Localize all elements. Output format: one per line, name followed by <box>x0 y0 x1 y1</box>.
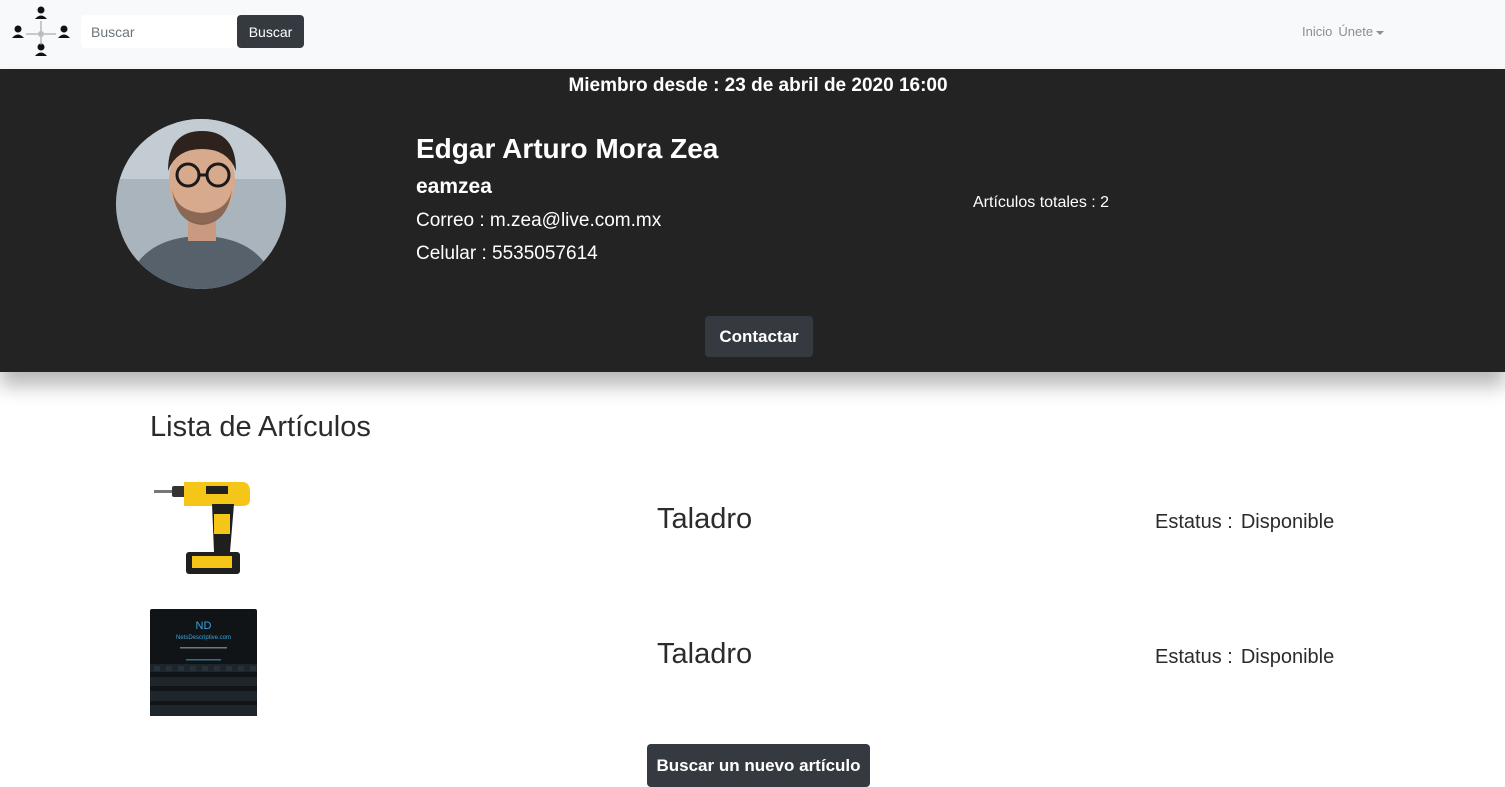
profile-phone: Celular : 5535057614 <box>416 243 598 264</box>
avatar <box>116 119 286 289</box>
svg-text:NetsDescriptive.com: NetsDescriptive.com <box>176 635 231 641</box>
profile-email: Correo : m.zea@live.com.mx <box>416 210 662 231</box>
nav-links: Inicio Únete <box>1302 24 1385 39</box>
member-since: Miembro desde : 23 de abril de 2020 16:0… <box>568 75 948 96</box>
article-name[interactable]: Taladro <box>657 638 752 671</box>
article-status: Estatus : Disponible <box>1155 646 1334 669</box>
article-status-value: Disponible <box>1240 646 1335 668</box>
search-input[interactable] <box>81 15 237 48</box>
svg-text:ND: ND <box>196 620 212 632</box>
article-name[interactable]: Taladro <box>657 503 752 536</box>
search-button[interactable]: Buscar <box>237 15 304 48</box>
article-list-title: Lista de Artículos <box>150 411 371 443</box>
nav-link-home[interactable]: Inicio <box>1302 24 1332 39</box>
profile-banner: Miembro desde : 23 de abril de 2020 16:0… <box>0 69 1505 372</box>
profile-username: eamzea <box>416 175 492 198</box>
article-status-value: Disponible <box>1240 511 1335 533</box>
search-new-article-button[interactable]: Buscar un nuevo artículo <box>647 744 870 787</box>
profile-full-name: Edgar Arturo Mora Zea <box>416 133 719 164</box>
contact-button[interactable]: Contactar <box>705 316 813 357</box>
top-navbar: Buscar Inicio Únete <box>0 0 1505 69</box>
nav-dropdown-join[interactable]: Únete <box>1338 24 1385 39</box>
article-status-label: Estatus : <box>1155 646 1233 668</box>
article-status: Estatus : Disponible <box>1155 511 1334 534</box>
theater-seats-image[interactable]: ND NetsDescriptive.com <box>150 609 257 716</box>
total-articles: Artículos totales : 2 <box>973 194 1110 211</box>
drill-icon[interactable] <box>150 476 257 583</box>
caret-down-icon <box>1376 30 1385 35</box>
article-status-label: Estatus : <box>1155 511 1233 533</box>
people-network-icon[interactable] <box>12 5 70 59</box>
